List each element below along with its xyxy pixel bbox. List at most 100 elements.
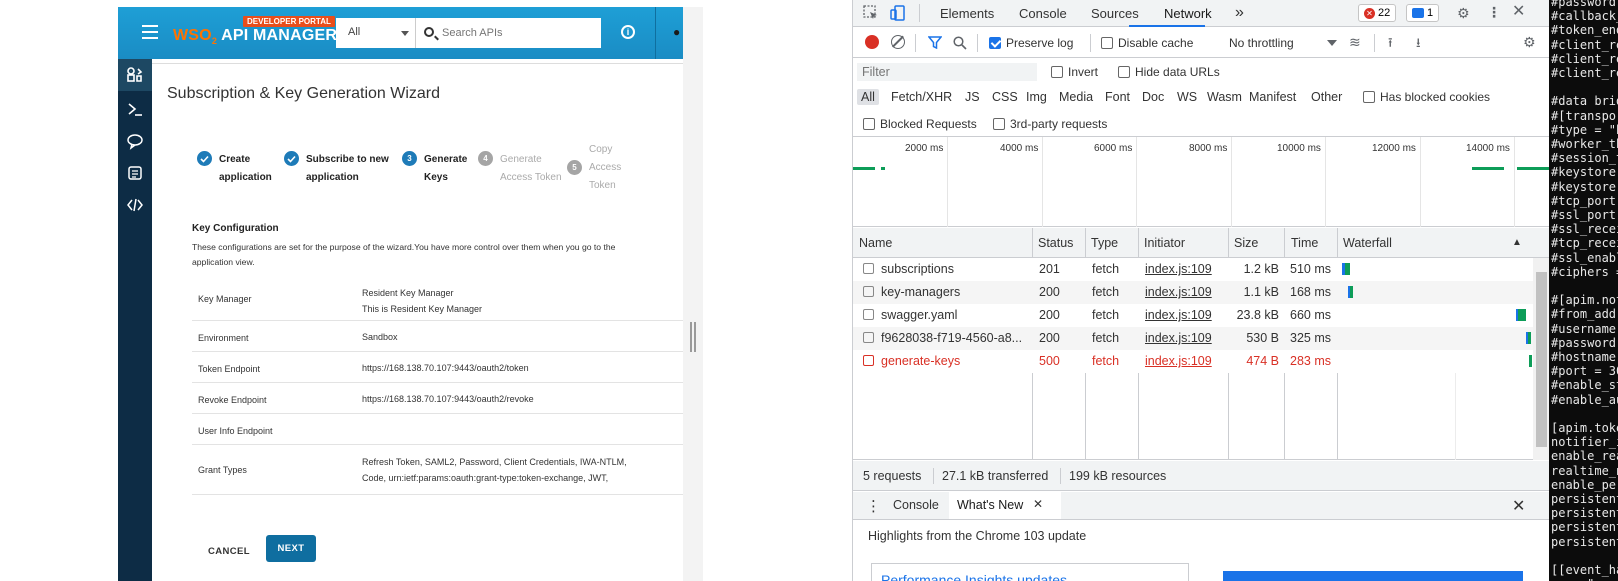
type-filter-ws[interactable]: WS [1177,90,1197,104]
drawer-tab-whats-new[interactable]: What's New ✕ [949,492,1061,519]
has-blocked-cookies-checkbox[interactable]: Has blocked cookies [1363,90,1490,104]
export-har-icon[interactable]: ⭳ [1416,34,1421,56]
hide-data-urls-checkbox[interactable]: Hide data URLs [1118,65,1220,79]
preserve-log-checkbox[interactable]: Preserve log [989,36,1073,50]
logo-brand: WSO [173,27,212,44]
device-toolbar-icon[interactable] [890,5,906,24]
column-header-status[interactable]: Status [1038,236,1073,250]
column-header-waterfall[interactable]: Waterfall [1343,236,1392,250]
whats-new-card-title[interactable]: Performance Insights updates [881,572,1067,581]
network-settings-gear-icon[interactable]: ⚙ [1523,34,1536,50]
request-initiator-link[interactable]: index.js:109 [1145,331,1212,345]
search-icon[interactable] [953,36,967,55]
cancel-button[interactable]: CANCEL [204,539,254,563]
search-scope-select[interactable]: All [336,18,416,48]
request-initiator-link[interactable]: index.js:109 [1145,285,1212,299]
disable-cache-checkbox[interactable]: Disable cache [1101,36,1193,50]
type-filter-fetch-xhr[interactable]: Fetch/XHR [891,90,952,104]
step-label: Generate Access Token [500,154,562,183]
type-filter-js[interactable]: JS [965,90,980,104]
sort-ascending-icon[interactable]: ▲ [1512,237,1522,248]
terminal-window[interactable]: #password #callback_ #token_end #client_re #… [1549,0,1618,581]
sidenav-comments-icon[interactable] [118,125,152,157]
column-header-name[interactable]: Name [859,236,892,250]
type-filter-media[interactable]: Media [1059,90,1093,104]
request-row[interactable]: swagger.yaml 200 fetch index.js:109 23.8… [853,304,1533,327]
request-time: 660 ms [1290,308,1331,322]
terminal-line: #keystore. [1551,165,1618,180]
drawer-menu-icon[interactable]: ⋮ [866,497,881,515]
message-count-badge[interactable]: 1 [1406,4,1440,22]
next-button[interactable]: NEXT [266,535,316,562]
close-devtools-icon[interactable]: ✕ [1512,4,1525,20]
tab-network[interactable]: Network [1164,6,1212,21]
type-filter-all[interactable]: All [857,89,879,105]
column-header-initiator[interactable]: Initiator [1144,236,1185,250]
info-icon[interactable]: i [621,25,635,39]
scrollbar-thumb[interactable] [1536,272,1547,447]
request-initiator-link[interactable]: index.js:109 [1145,354,1212,368]
more-tabs-icon[interactable]: » [1235,4,1244,22]
tab-elements[interactable]: Elements [940,6,994,21]
timeline-activity-bar [881,167,885,170]
type-filter-doc[interactable]: Doc [1142,90,1164,104]
third-party-requests-checkbox[interactable]: 3rd-party requests [993,117,1107,131]
resize-handle[interactable] [690,322,696,352]
network-conditions-icon[interactable]: ≋ [1349,34,1361,51]
request-status: 500 [1039,354,1060,368]
settings-gear-icon[interactable]: ⚙ [1457,5,1470,21]
tab-sources[interactable]: Sources [1091,6,1139,21]
inspect-element-icon[interactable] [863,5,879,24]
clear-icon[interactable] [891,35,905,49]
drawer-tab-console[interactable]: Console [893,498,939,512]
type-filter-other[interactable]: Other [1311,90,1342,104]
sidenav-terminal-icon[interactable] [118,93,152,125]
hamburger-menu-icon[interactable] [142,25,158,39]
terminal-line: #username [1551,321,1617,336]
step-label: Create application [219,154,272,183]
throttling-select[interactable]: No throttling [1229,36,1294,50]
request-row[interactable]: generate-keys 500 fetch index.js:109 474… [853,350,1533,373]
filter-input[interactable] [857,63,1037,81]
user-icon[interactable]: ● [673,26,683,38]
type-filter-wasm[interactable]: Wasm [1207,90,1242,104]
network-status-bar: 5 requests 27.1 kB transferred 199 kB re… [853,461,1549,491]
close-drawer-icon[interactable]: ✕ [1512,496,1525,516]
checkbox-icon [863,118,875,130]
request-row[interactable]: f9628038-f719-4560-a8... 200 fetch index… [853,327,1533,350]
import-har-icon[interactable]: ⭱ [1388,34,1393,56]
column-header-type[interactable]: Type [1091,236,1118,250]
tab-console[interactable]: Console [1019,6,1067,21]
sidenav-applications-icon[interactable] [118,59,152,91]
filter-funnel-icon[interactable] [927,36,943,54]
close-tab-icon[interactable]: ✕ [1033,497,1043,511]
type-filter-font[interactable]: Font [1105,90,1130,104]
request-row[interactable]: subscriptions 201 fetch index.js:109 1.2… [853,258,1533,281]
more-options-icon[interactable]: ⋮ [1487,4,1501,20]
terminal-line: #client_re [1551,66,1618,80]
invert-checkbox[interactable]: Invert [1051,65,1098,79]
type-filter-img[interactable]: Img [1026,90,1047,104]
search-input[interactable] [442,24,592,42]
network-overview-timeline[interactable]: 2000 ms 4000 ms 6000 ms 8000 ms 10000 ms… [853,137,1549,227]
blocked-requests-checkbox[interactable]: Blocked Requests [863,117,977,131]
request-type: fetch [1092,285,1120,299]
sidenav-code-icon[interactable] [118,189,152,221]
column-header-size[interactable]: Size [1234,236,1258,250]
app-logo[interactable]: WSO2 API MANAGER [173,27,337,46]
row-key: Token Endpoint [198,364,261,374]
checkbox-checked-icon [989,37,1001,49]
request-initiator-link[interactable]: index.js:109 [1145,262,1212,276]
column-header-time[interactable]: Time [1291,236,1318,250]
sidenav-documents-icon[interactable] [118,157,152,189]
request-initiator-link[interactable]: index.js:109 [1145,308,1212,322]
request-row[interactable]: key-managers 200 fetch index.js:109 1.1 … [853,281,1533,304]
request-size: 530 B [1246,331,1279,345]
search-box[interactable] [416,18,601,48]
record-icon[interactable] [865,35,879,49]
error-count-badge[interactable]: ✕ 22 [1358,4,1397,22]
timeline-tick-label: 4000 ms [1000,143,1039,154]
type-filter-css[interactable]: CSS [992,90,1018,104]
timeline-gridline [1325,137,1326,227]
type-filter-manifest[interactable]: Manifest [1249,90,1296,104]
